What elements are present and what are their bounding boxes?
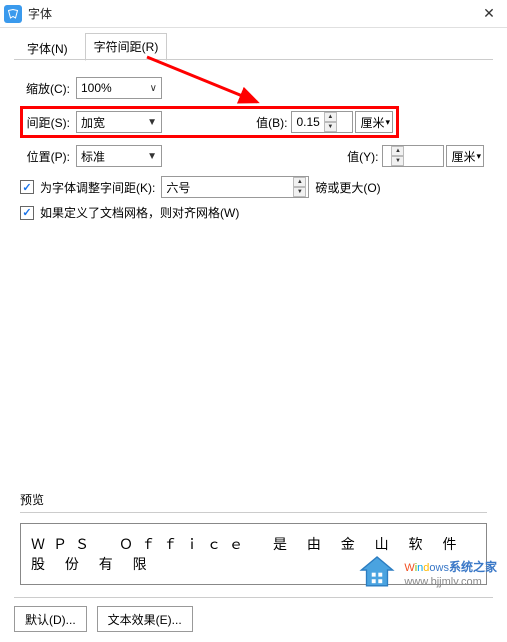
position-value-input[interactable]: ▲▼	[382, 145, 444, 167]
position-select-value: 标准	[81, 148, 105, 165]
watermark-brand: ows	[429, 562, 449, 574]
grid-label: 如果定义了文档网格，则对齐网格(W)	[40, 204, 239, 221]
kerning-suffix: 磅或更大(O)	[315, 179, 380, 196]
position-unit: 厘米	[451, 148, 475, 165]
watermark-cn: 系统之家	[449, 560, 497, 574]
divider	[14, 597, 493, 598]
close-icon[interactable]: ✕	[475, 0, 503, 28]
kerning-checkbox[interactable]	[20, 180, 34, 194]
spinner-buttons[interactable]: ▲▼	[391, 146, 404, 166]
spacing-select[interactable]: 加宽 ▼	[76, 111, 162, 133]
text-effects-button[interactable]: 文本效果(E)...	[97, 606, 193, 632]
scale-select[interactable]: 100% ∨	[76, 77, 162, 99]
spacing-value-label: 值(B):	[256, 114, 287, 131]
window-title: 字体	[28, 5, 475, 22]
spacing-select-value: 加宽	[81, 114, 105, 131]
kerning-size-input[interactable]: 六号 ▲▼	[161, 176, 309, 198]
scale-label: 缩放(C):	[20, 80, 76, 97]
chevron-down-icon: ▾	[385, 117, 390, 128]
kerning-size-value: 六号	[166, 179, 190, 196]
chevron-down-icon: ▼	[147, 117, 157, 128]
position-label: 位置(P):	[20, 148, 76, 165]
scale-value: 100%	[81, 81, 112, 95]
spacing-row-highlight: 间距(S): 加宽 ▼ 值(B): 0.15 ▲▼ 厘米 ▾	[20, 106, 399, 138]
app-icon	[4, 5, 22, 23]
kerning-label: 为字体调整字间距(K):	[40, 179, 155, 196]
preview-label: 预览	[20, 491, 487, 508]
divider	[20, 512, 487, 513]
tab-font[interactable]: 字体(N)	[14, 33, 81, 61]
chevron-down-icon: ▾	[476, 151, 481, 162]
spacing-unit: 厘米	[360, 114, 384, 131]
spinner-buttons[interactable]: ▲▼	[324, 112, 337, 132]
spacing-label: 间距(S):	[26, 114, 76, 131]
tab-char-spacing[interactable]: 字符间距(R)	[85, 33, 168, 61]
position-unit-select[interactable]: 厘米 ▾	[446, 145, 484, 167]
default-button[interactable]: 默认(D)...	[14, 606, 87, 632]
spacing-value-input[interactable]: 0.15 ▲▼	[291, 111, 353, 133]
position-value-label: 值(Y):	[347, 148, 378, 165]
chevron-down-icon: ▼	[147, 151, 157, 162]
spacing-value: 0.15	[296, 115, 319, 129]
spinner-buttons[interactable]: ▲▼	[293, 177, 306, 197]
position-select[interactable]: 标准 ▼	[76, 145, 162, 167]
grid-checkbox[interactable]	[20, 206, 34, 220]
watermark-url: www.bjjmlv.com	[404, 575, 497, 589]
chevron-down-icon: ∨	[150, 83, 157, 94]
spacing-unit-select[interactable]: 厘米 ▾	[355, 111, 393, 133]
watermark: Windows系统之家 www.bjjmlv.com	[356, 553, 497, 595]
